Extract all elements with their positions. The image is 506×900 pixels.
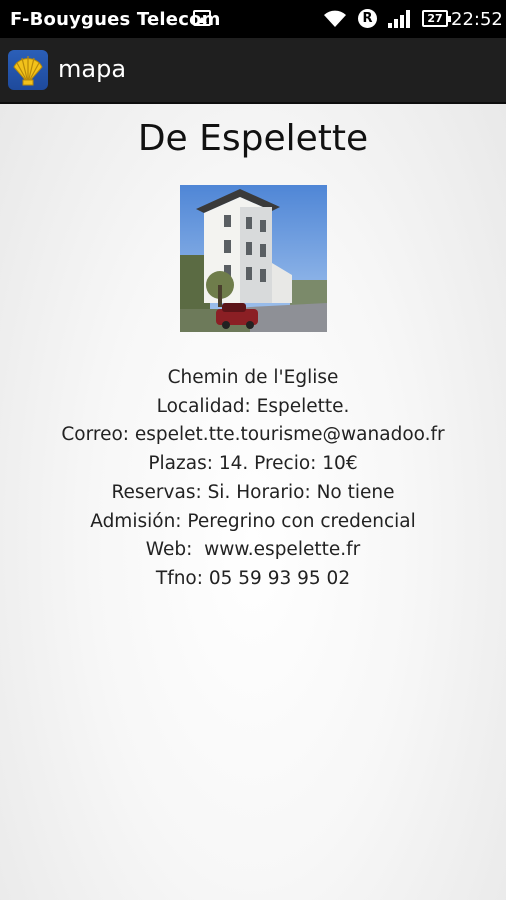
website-line: Web: www.espelette.fr xyxy=(145,539,361,561)
action-bar: mapa xyxy=(0,38,506,104)
carrier-name: F-Bouygues Telecom xyxy=(10,9,221,30)
places-price-line: Plazas: 14. Precio: 10€ xyxy=(148,453,358,475)
admission-line: Admisión: Peregrino con credencial xyxy=(90,510,416,532)
image-notification-icon xyxy=(193,10,211,26)
status-bar: F-Bouygues Telecom R 27 22:52 xyxy=(0,0,506,38)
wifi-icon xyxy=(324,10,346,27)
roaming-r-icon: R xyxy=(358,9,377,28)
page-title: De Espelette xyxy=(137,118,369,159)
app-title: mapa xyxy=(58,55,127,83)
battery-icon: 27 xyxy=(422,10,451,27)
phone-line: Tfno: 05 59 93 95 02 xyxy=(155,567,351,589)
signal-icon xyxy=(388,10,410,28)
scallop-shell-icon[interactable] xyxy=(8,50,48,90)
address-line: Chemin de l'Eglise xyxy=(167,367,339,388)
email-line: Correo: espelet.tte.tourisme@wanadoo.fr xyxy=(61,424,445,446)
building-photo xyxy=(180,185,327,332)
locality-line: Localidad: Espelette. xyxy=(156,395,350,417)
clock: 22:52 xyxy=(451,9,503,30)
reservations-line: Reservas: Si. Horario: No tiene xyxy=(111,481,395,503)
albergue-info: Chemin de l'Eglise Localidad: Espelette.… xyxy=(0,364,506,594)
